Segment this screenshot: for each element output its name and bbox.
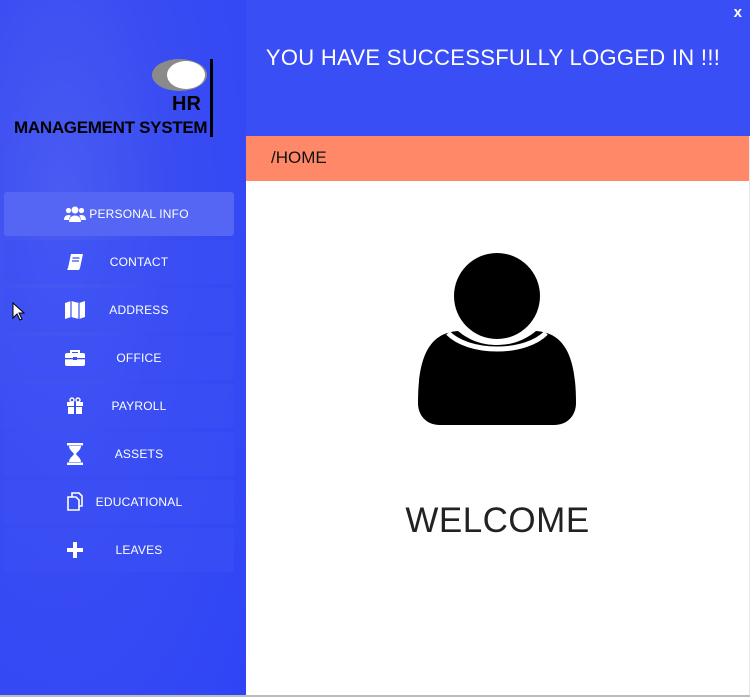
login-success-title: YOU HAVE SUCCESSFULLY LOGGED IN !!! xyxy=(265,45,721,70)
briefcase-icon xyxy=(64,348,86,368)
sidebar-item-educational[interactable]: EDUCATIONAL xyxy=(4,480,234,524)
welcome-text: WELCOME xyxy=(405,501,590,540)
sidebar-item-label: CONTACT xyxy=(109,255,169,269)
logo-hr-text: HR xyxy=(172,93,201,115)
hourglass-icon xyxy=(64,443,86,465)
sidebar-item-label: EDUCATIONAL xyxy=(95,495,183,509)
header: YOU HAVE SUCCESSFULLY LOGGED IN !!! xyxy=(246,0,750,136)
sidebar-nav: PERSONAL INFO CONTACT ADDRESS OFFICE PAY… xyxy=(4,192,234,576)
breadcrumb: /HOME xyxy=(246,136,749,181)
sidebar-item-leaves[interactable]: LEAVES xyxy=(4,528,234,572)
sidebar-item-label: OFFICE xyxy=(116,351,162,365)
sidebar-item-label: LEAVES xyxy=(115,543,163,557)
sidebar-item-label: ASSETS xyxy=(114,447,164,461)
user-icon xyxy=(418,253,576,425)
documents-icon xyxy=(64,492,86,512)
map-icon xyxy=(64,300,86,320)
sidebar-item-office[interactable]: OFFICE xyxy=(4,336,234,380)
sidebar-item-address[interactable]: ADDRESS xyxy=(4,288,234,332)
sidebar-item-label: PERSONAL INFO xyxy=(89,207,189,221)
sidebar-item-personal-info[interactable]: PERSONAL INFO xyxy=(4,192,234,236)
main-content: WELCOME xyxy=(246,181,749,695)
breadcrumb-path: /HOME xyxy=(271,148,327,167)
book-icon xyxy=(64,252,86,272)
sidebar: HR MANAGEMENT SYSTEM PERSONAL INFO CONTA… xyxy=(0,0,246,697)
logo: HR MANAGEMENT SYSTEM xyxy=(12,55,217,145)
app-window: HR MANAGEMENT SYSTEM PERSONAL INFO CONTA… xyxy=(0,0,750,697)
logo-bar xyxy=(210,59,213,137)
sidebar-item-contact[interactable]: CONTACT xyxy=(4,240,234,284)
sidebar-item-assets[interactable]: ASSETS xyxy=(4,432,234,476)
plus-icon xyxy=(64,540,86,560)
users-icon xyxy=(64,204,86,224)
sidebar-item-payroll[interactable]: PAYROLL xyxy=(4,384,234,428)
gift-icon xyxy=(64,396,86,416)
sidebar-item-label: ADDRESS xyxy=(109,303,169,317)
close-button[interactable]: x xyxy=(734,4,742,21)
mouse-cursor-icon xyxy=(12,302,26,321)
logo-oval xyxy=(167,61,205,89)
sidebar-item-label: PAYROLL xyxy=(111,399,167,413)
logo-system-text: MANAGEMENT SYSTEM xyxy=(14,118,208,137)
